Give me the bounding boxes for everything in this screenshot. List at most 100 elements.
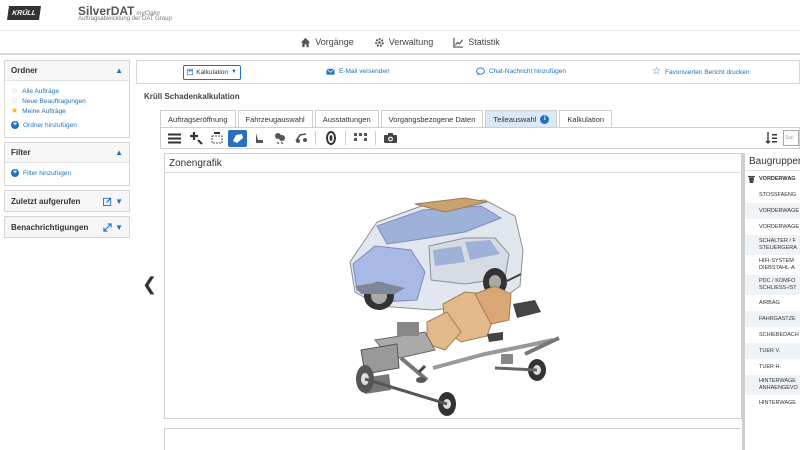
chassis-button[interactable] [291,130,310,147]
list-item[interactable]: SCHIEBEDACH [745,327,800,343]
nav-item-statistik[interactable]: Statistik [453,37,500,48]
add-folder-label: Ordner hinzufügen [23,121,77,129]
list-item[interactable]: TUER V. [745,343,800,359]
grid-button[interactable] [351,130,370,147]
add-part-button[interactable] [186,130,205,147]
nav-label: Statistik [468,37,500,47]
parts-group-label: HIFI-SYSTEM DIEBSTAHL-A [759,258,795,271]
folder-all-orders[interactable]: ☆ Alle Aufträge [11,87,123,95]
grid-dots-icon [353,133,367,141]
tab-vorgangsbezogene-daten[interactable]: Vorgangsbezogene Daten [380,110,484,127]
nav-label: Verwaltung [388,37,434,47]
tire-button[interactable] [321,130,340,147]
parts-group-label: AIRBAG [759,299,780,306]
calculation-title: Krüll Schadenkalkulation [144,92,240,101]
interior-button[interactable] [249,130,268,147]
recent-panel: Zuletzt aufgerufen ▼ [4,190,130,212]
parts-group-label: STOSSFAENG [759,191,797,198]
tab-kalkulation[interactable]: Kalkulation [559,110,613,127]
notifications-panel-header[interactable]: Benachrichtigungen ▼ [5,217,129,237]
recent-panel-header[interactable]: Zuletzt aufgerufen ▼ [5,191,129,211]
photo-button[interactable] [381,130,400,147]
exploded-car-graphic[interactable] [165,154,743,420]
chevron-down-icon[interactable]: ▼ [115,223,123,232]
panel-title: Filter [11,148,31,157]
filter-panel-header[interactable]: Filter ▲ [5,143,129,163]
parts-groups-title: Baugruppen [745,153,800,171]
chat-label: Chat-Nachricht hinzufügen [489,68,566,75]
add-chat-message-button[interactable]: Chat-Nachricht hinzufügen [476,67,566,76]
chevron-down-icon[interactable]: ▼ [115,197,123,206]
sort-icon[interactable] [765,131,779,145]
parts-group-label: VORDERWAGE [759,207,800,214]
parts-group-label: HINTERWAGE [759,399,796,406]
car-zone-button[interactable] [228,129,247,147]
list-item[interactable]: STOSSFAENG [745,187,800,203]
view-dropdown[interactable]: Kalkulation ▼ [183,64,241,80]
ordner-panel-header[interactable]: Ordner ▲ [5,61,129,81]
nav-item-verwaltung[interactable]: Verwaltung [374,37,434,48]
kruell-logo[interactable]: KRÜLL [7,6,41,20]
parts-search-input[interactable]: Suc [783,130,799,146]
tab-label: Fahrzeugauswahl [245,114,305,124]
list-item[interactable]: HINTERWAGE [745,395,800,411]
tab-teileauswahl[interactable]: Teileauswahl i [485,110,558,127]
nav-item-vorgaenge[interactable]: Vorgänge [300,37,354,48]
list-item[interactable]: SCHALTER / F STEUERGERA [745,235,800,255]
list-item[interactable]: HINTERWAGE ANHAENGEVO [745,375,800,395]
calculator-icon [187,68,193,76]
action-toolbar: Kalkulation ▼ E-Mail versenden Chat-Nach… [136,60,800,84]
list-item[interactable]: VORDERWAGE [745,219,800,235]
folder-label: Meine Aufträge [22,107,66,115]
tab-label: Teileauswahl [493,114,537,124]
info-icon: i [540,114,550,124]
parts-group-label: TUER H. [759,363,781,370]
print-favorite-report-button[interactable]: ☆ Favorisierten Bericht drucken [652,67,750,77]
list-item[interactable]: AIRBAG [745,295,800,311]
menu-button[interactable] [165,130,184,147]
edit-icon[interactable] [103,196,112,206]
chevron-up-icon[interactable]: ▲ [115,148,123,157]
home-icon [301,37,311,47]
filter-panel: Filter ▲ + Filter hinzufügen [4,142,130,186]
add-folder-button[interactable]: + Ordner hinzufügen [11,121,123,129]
chevron-up-icon[interactable]: ▲ [115,66,123,75]
parts-group-label: SCHIEBEDACH [759,331,799,338]
tab-label: Vorgangsbezogene Daten [388,114,476,124]
tab-label: Auftragseröffnung [168,114,228,124]
list-item[interactable]: VORDERWAG [745,171,800,187]
expand-icon[interactable] [103,222,112,232]
engine-button[interactable] [270,130,289,147]
parts-group-label: SCHALTER / F STEUERGERA [759,238,797,251]
list-item[interactable]: TUER H. [745,359,800,375]
folder-new-assignments[interactable]: ☆ Neue Beauftragungen [11,97,123,105]
list-item[interactable]: PDC / KOMFO SCHLIESS-/ST [745,275,800,295]
star-outline-icon: ☆ [652,66,661,77]
plus-circle-icon: + [11,121,19,129]
plus-wrench-icon [189,132,203,145]
camera-icon [384,133,397,143]
add-filter-button[interactable]: + Filter hinzufügen [11,169,123,177]
star-filled-icon: ★ [11,106,19,115]
folder-my-orders[interactable]: ★ Meine Aufträge [11,107,123,115]
tab-auftragseroeffnung[interactable]: Auftragseröffnung [160,110,236,127]
toolbar-separator [345,131,346,145]
panel-title: Benachrichtigungen [11,222,89,232]
parts-group-label: FAHRGASTZE [759,315,796,322]
send-email-button[interactable]: E-Mail versenden [326,67,390,76]
previous-arrow-icon[interactable]: ❮ [142,274,157,295]
trash-icon[interactable] [748,175,755,183]
folder-label: Neue Beauftragungen [22,97,86,105]
tab-bar: Auftragseröffnung Fahrzeugauswahl Aussta… [160,110,613,127]
list-item[interactable]: VORDERWAGE [745,203,800,219]
plus-circle-icon: + [11,169,19,177]
tab-ausstattungen[interactable]: Ausstattungen [314,110,379,127]
envelope-icon [326,68,335,75]
chassis-icon [294,133,307,143]
paint-button[interactable] [207,130,226,147]
list-item[interactable]: FAHRGASTZE [745,311,800,327]
car-part-icon [232,134,243,143]
list-item[interactable]: HIFI-SYSTEM DIEBSTAHL-A [745,255,800,275]
main-navigation: Vorgänge Verwaltung Statistik [0,30,800,55]
tab-fahrzeugauswahl[interactable]: Fahrzeugauswahl [237,110,313,127]
